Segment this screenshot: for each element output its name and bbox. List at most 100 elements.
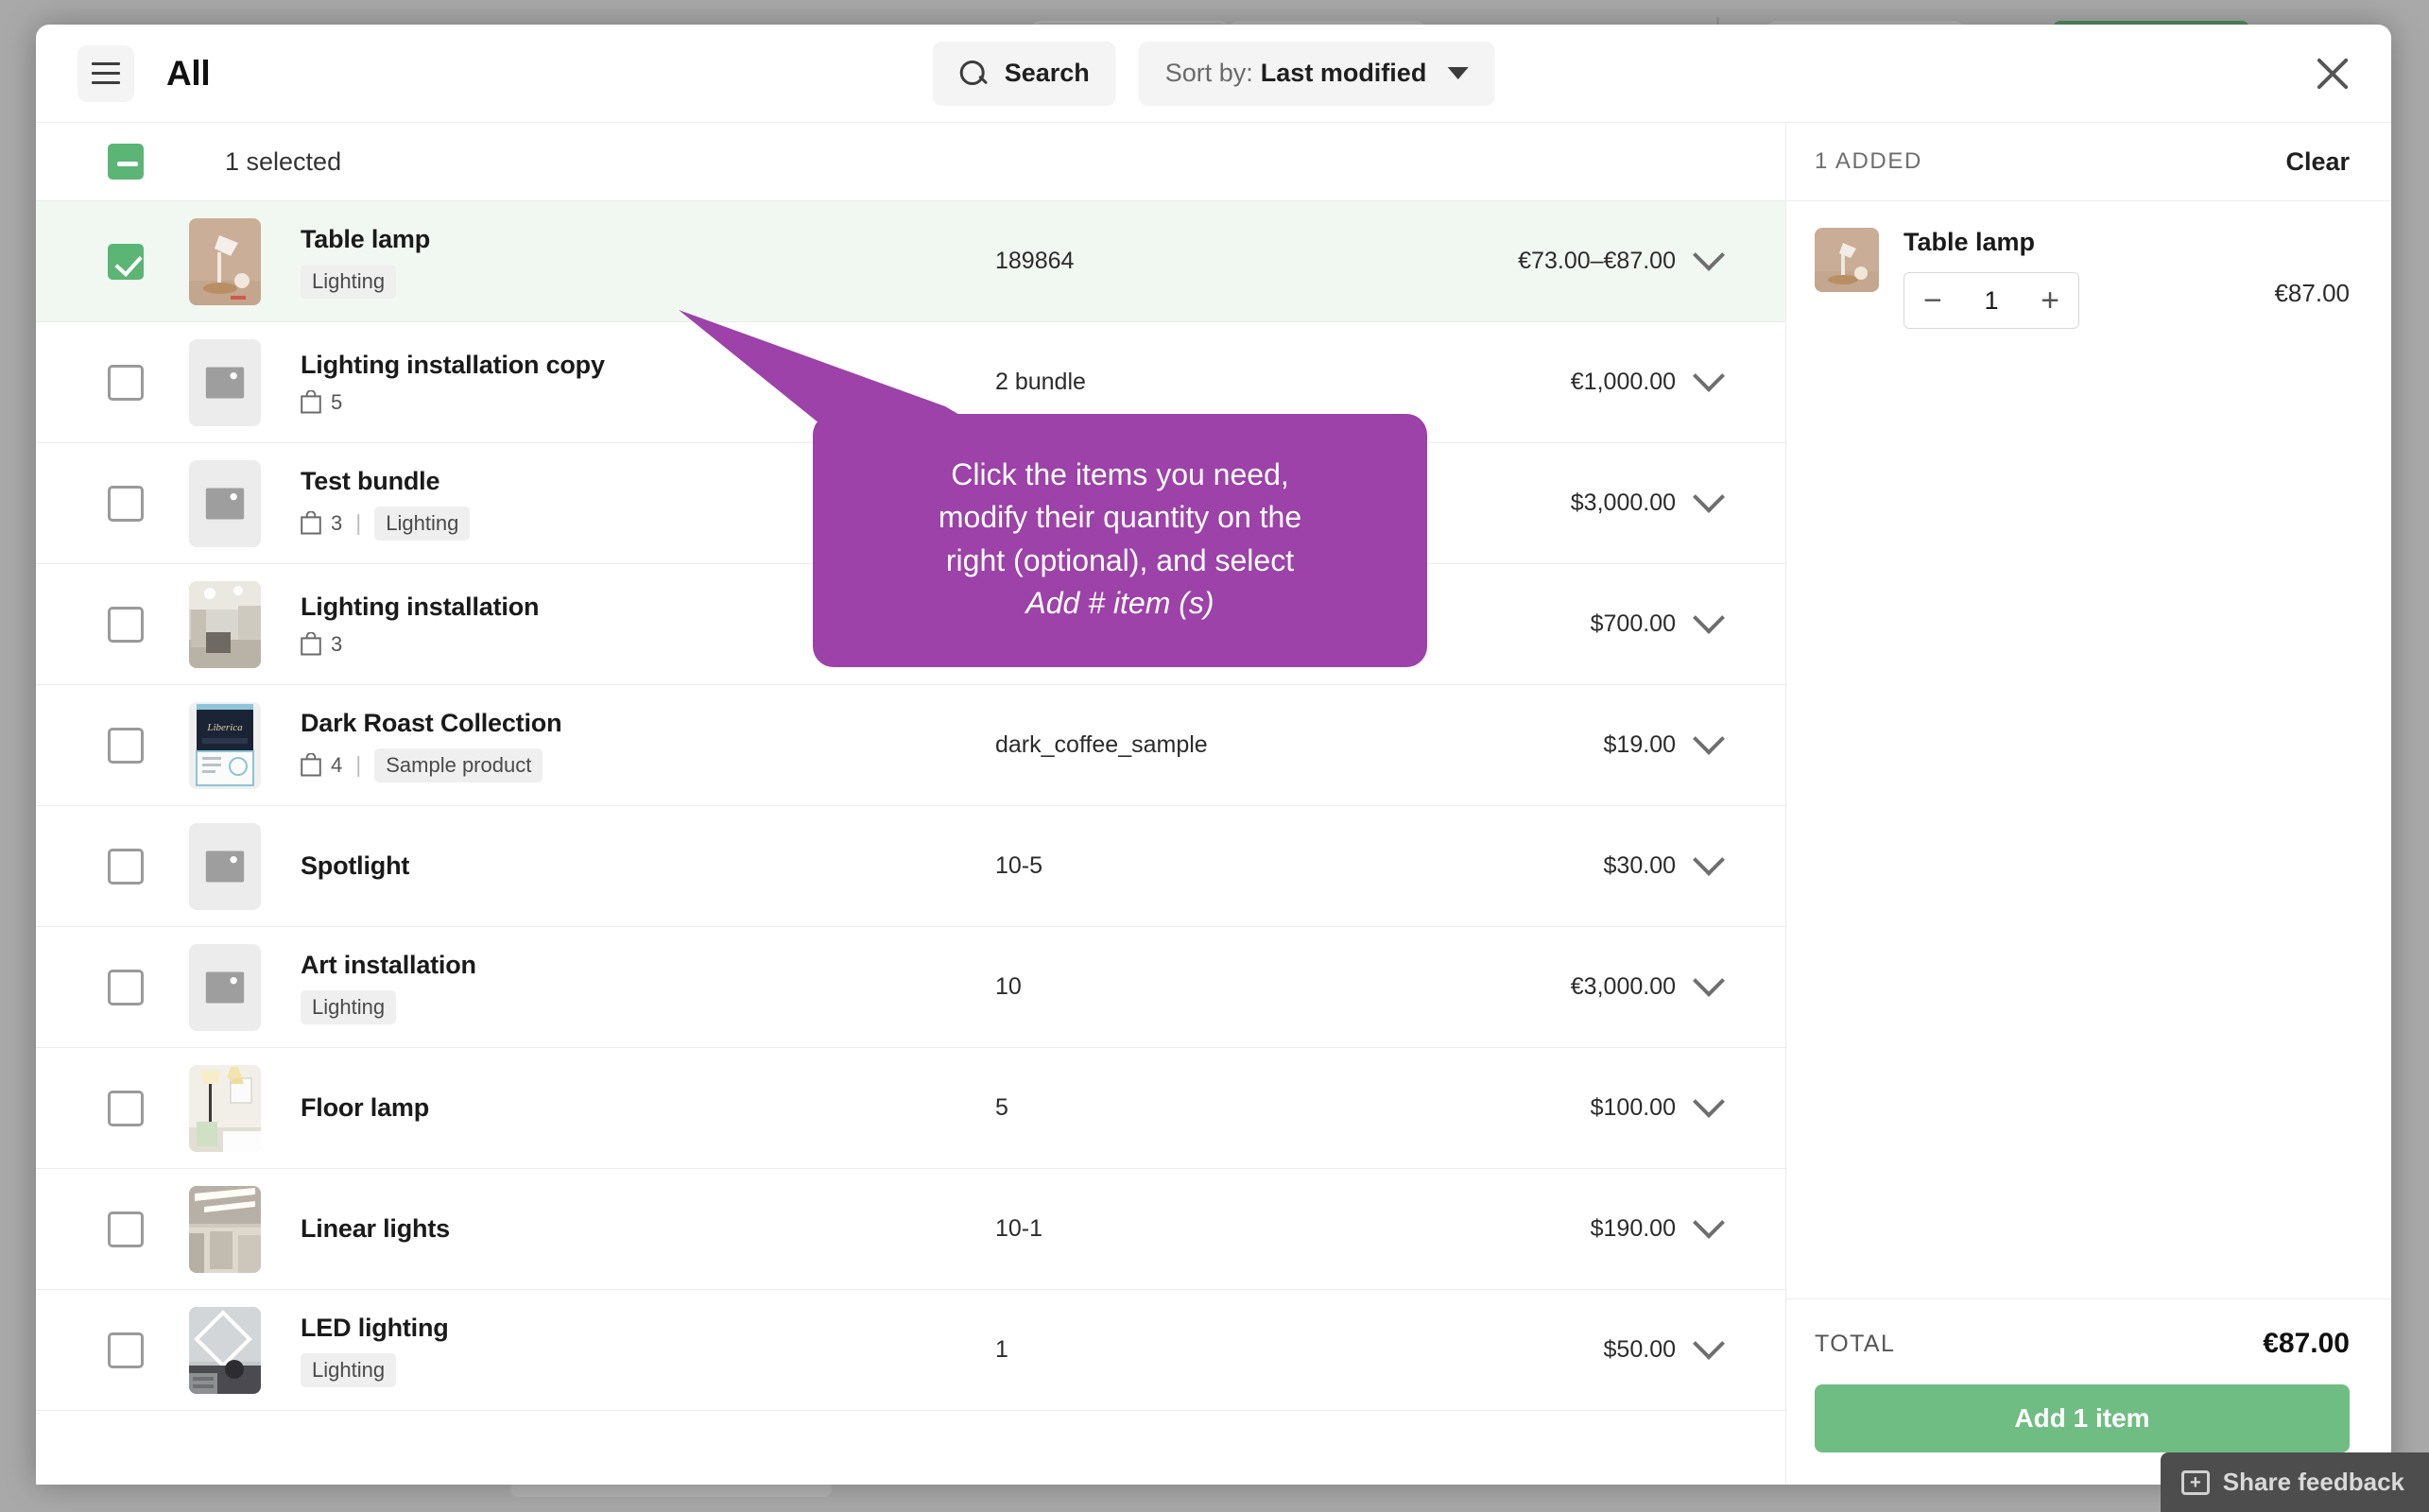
item-sku: 1 bbox=[995, 1336, 1008, 1363]
item-price: $19.00 bbox=[1603, 731, 1676, 758]
table-row[interactable]: Table lamp Lighting 189864 €73.00–€87.00 bbox=[36, 201, 1785, 322]
callout-tooltip[interactable]: Click the items you need, modify their q… bbox=[813, 414, 1427, 667]
chevron-down-icon bbox=[1447, 67, 1469, 79]
row-checkbox[interactable] bbox=[108, 243, 144, 280]
item-main: Dark Roast Collection 4 | Sample product bbox=[301, 709, 995, 782]
select-all-row: 1 selected bbox=[36, 123, 1785, 201]
chevron-down-icon[interactable] bbox=[1676, 250, 1742, 273]
item-main: LED lighting Lighting bbox=[301, 1314, 995, 1387]
modal-header: All Search Sort by: Last modified bbox=[36, 25, 2391, 123]
item-sku: 189864 bbox=[995, 248, 1075, 274]
item-price: €3,000.00 bbox=[1570, 973, 1676, 1000]
table-row[interactable]: LED lighting Lighting 1 $50.00 bbox=[36, 1290, 1785, 1411]
item-tag: Lighting bbox=[301, 264, 397, 299]
row-checkbox[interactable] bbox=[108, 1211, 144, 1247]
header-tools: Search Sort by: Last modified bbox=[932, 41, 1495, 106]
chevron-down-icon[interactable] bbox=[1676, 1339, 1742, 1362]
table-row[interactable]: Liberica Dark Roast Collection 4 | Sample p… bbox=[36, 685, 1785, 806]
item-tag: Lighting bbox=[301, 1352, 397, 1387]
chevron-down-icon[interactable] bbox=[1676, 613, 1742, 636]
chevron-down-icon[interactable] bbox=[1676, 855, 1742, 878]
item-thumbnail bbox=[189, 580, 261, 668]
item-thumbnail bbox=[189, 1306, 261, 1394]
row-checkbox[interactable] bbox=[108, 727, 144, 764]
item-sku: 10-5 bbox=[995, 852, 1043, 879]
bag-count-value: 5 bbox=[331, 389, 343, 414]
search-button[interactable]: Search bbox=[932, 41, 1116, 106]
add-items-button[interactable]: Add 1 item bbox=[1815, 1384, 2350, 1452]
chevron-down-icon[interactable] bbox=[1676, 371, 1742, 394]
callout-line-1: Click the items you need, bbox=[951, 457, 1289, 491]
item-thumbnail bbox=[189, 822, 261, 910]
cart-item-thumbnail bbox=[1815, 228, 1879, 292]
item-meta: 4 | Sample product bbox=[301, 747, 995, 782]
chevron-down-icon[interactable] bbox=[1676, 734, 1742, 757]
sort-by-value: Last modified bbox=[1260, 59, 1427, 87]
item-name: Table lamp bbox=[301, 224, 431, 253]
search-icon bbox=[959, 60, 988, 88]
item-meta: Lighting bbox=[301, 989, 995, 1024]
item-sku: 5 bbox=[995, 1094, 1008, 1121]
row-checkbox[interactable] bbox=[108, 364, 144, 401]
row-checkbox[interactable] bbox=[108, 485, 144, 522]
item-main: Linear lights bbox=[301, 1214, 995, 1244]
product-list-pane: 1 selected Table lamp Lighting 189864 €73.0… bbox=[36, 123, 1786, 1485]
sort-by-prefix: Sort by: bbox=[1164, 59, 1253, 87]
item-main: Table lamp Lighting bbox=[301, 225, 995, 299]
item-price: $100.00 bbox=[1590, 1094, 1676, 1121]
table-row[interactable]: Art installation Lighting 10 €3,000.00 bbox=[36, 927, 1785, 1048]
minus-icon[interactable]: − bbox=[1923, 284, 1942, 317]
plus-icon[interactable]: + bbox=[2041, 284, 2059, 317]
item-thumbnail bbox=[189, 217, 261, 305]
share-feedback-label: Share feedback bbox=[2222, 1468, 2404, 1496]
total-row: TOTAL €87.00 bbox=[1815, 1328, 2350, 1360]
item-sku: 10 bbox=[995, 973, 1022, 1000]
item-meta: Lighting bbox=[301, 264, 995, 299]
item-thumbnail bbox=[189, 459, 261, 547]
cart-item-name: Table lamp bbox=[1904, 228, 2036, 256]
item-thumbnail: Liberica bbox=[189, 701, 261, 789]
item-price: $190.00 bbox=[1590, 1215, 1676, 1242]
bag-icon bbox=[301, 511, 321, 535]
item-main: Floor lamp bbox=[301, 1093, 995, 1123]
select-all-checkbox[interactable] bbox=[108, 144, 144, 180]
chevron-down-icon[interactable] bbox=[1676, 492, 1742, 515]
item-price: €73.00–€87.00 bbox=[1518, 248, 1676, 274]
chevron-down-icon[interactable] bbox=[1676, 1218, 1742, 1241]
table-row[interactable]: Linear lights 10-1 $190.00 bbox=[36, 1169, 1785, 1290]
item-tag: Lighting bbox=[374, 506, 471, 541]
svg-text:Liberica: Liberica bbox=[206, 722, 243, 733]
table-row[interactable]: Floor lamp 5 $100.00 bbox=[36, 1048, 1785, 1169]
chevron-down-icon[interactable] bbox=[1676, 1097, 1742, 1120]
feedback-plus-icon: + bbox=[2180, 1469, 2210, 1495]
cart-item: Table lamp − 1 + €87.00 bbox=[1815, 228, 2350, 329]
sort-by-dropdown[interactable]: Sort by: Last modified bbox=[1138, 41, 1495, 106]
item-name: Linear lights bbox=[301, 1214, 450, 1243]
table-row[interactable]: Spotlight 10-5 $30.00 bbox=[36, 806, 1785, 927]
chevron-down-icon[interactable] bbox=[1676, 976, 1742, 999]
share-feedback-button[interactable]: + Share feedback bbox=[2160, 1452, 2429, 1512]
hamburger-icon[interactable] bbox=[78, 44, 134, 102]
row-checkbox[interactable] bbox=[108, 969, 144, 1005]
row-checkbox[interactable] bbox=[108, 606, 144, 643]
image-placeholder-icon bbox=[205, 488, 245, 519]
row-checkbox[interactable] bbox=[108, 848, 144, 885]
image-placeholder-icon bbox=[205, 850, 245, 882]
close-icon[interactable] bbox=[2306, 47, 2359, 100]
quantity-stepper[interactable]: − 1 + bbox=[1904, 272, 2079, 329]
bag-count: 3 bbox=[301, 511, 342, 536]
search-button-label: Search bbox=[1004, 59, 1090, 87]
bag-icon bbox=[301, 390, 321, 414]
clear-button[interactable]: Clear bbox=[2285, 147, 2350, 177]
item-sku: 2 bundle bbox=[995, 369, 1086, 395]
row-checkbox[interactable] bbox=[108, 1332, 144, 1368]
callout-emphasis: Add # item (s) bbox=[1025, 586, 1214, 621]
row-checkbox[interactable] bbox=[108, 1090, 144, 1126]
bag-icon bbox=[301, 632, 321, 656]
total-label: TOTAL bbox=[1815, 1330, 1896, 1357]
item-thumbnail bbox=[189, 1064, 261, 1152]
item-thumbnail bbox=[189, 1185, 261, 1273]
cart-item-body: Table lamp − 1 + bbox=[1904, 228, 2274, 329]
item-name: Floor lamp bbox=[301, 1093, 430, 1122]
callout-line-2: modify their quantity on the bbox=[938, 500, 1302, 535]
